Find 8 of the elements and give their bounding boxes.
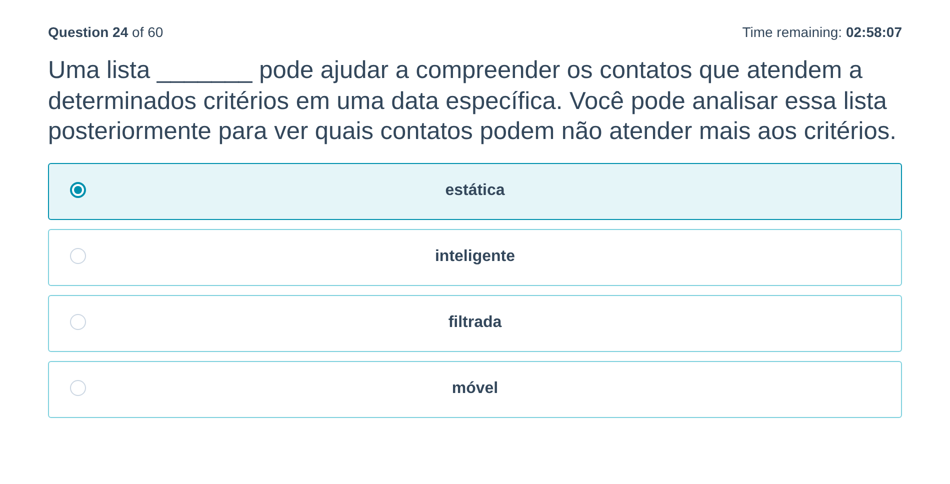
question-text: Uma lista _______ pode ajudar a compreender os contatos que atendem a determinados critérios em uma data específica. Você pode analisar essa lista posteriormente para ver quais contatos podem não atender mais aos critérios. [48,56,898,147]
time-remaining: Time remaining: 02:58:07 [742,24,902,40]
answer-option[interactable]: inteligente [48,228,902,286]
answer-option[interactable]: móvel [48,360,902,418]
radio-button[interactable] [70,182,86,198]
question-counter: Question 24 of 60 [48,24,164,40]
answer-option[interactable]: filtrada [48,294,902,352]
answer-option[interactable]: estática [48,162,902,220]
